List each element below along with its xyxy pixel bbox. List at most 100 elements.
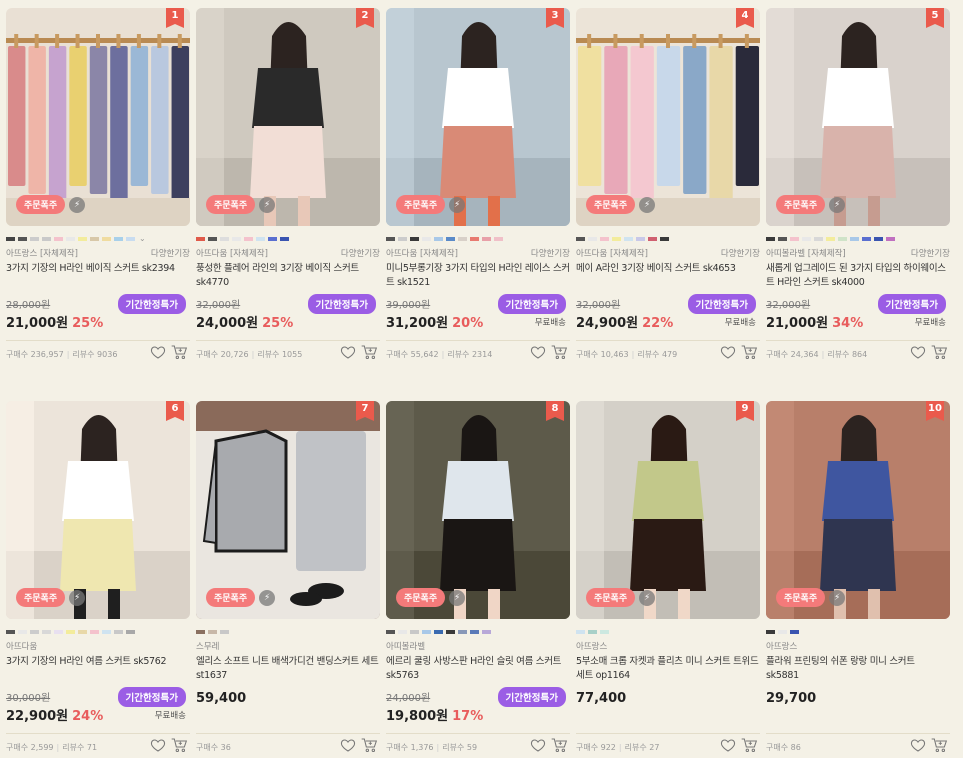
color-swatch (42, 236, 51, 241)
heart-icon[interactable] (340, 737, 356, 753)
original-price: 32,000원 (576, 300, 621, 311)
heart-icon[interactable] (910, 737, 926, 753)
product-image[interactable]: 9 주문폭주 ⚡ (576, 401, 760, 619)
color-swatch (648, 236, 657, 241)
cart-icon[interactable] (170, 344, 188, 360)
brand-name[interactable]: 아뜨랑스 (576, 640, 607, 652)
product-image[interactable]: 2 주문폭주 ⚡ (196, 8, 380, 226)
product-title[interactable]: 메이 A라인 3기장 베이직 스커트 sk4653 (576, 262, 760, 290)
heart-icon[interactable] (530, 737, 546, 753)
cart-icon[interactable] (740, 344, 758, 360)
color-swatch (66, 236, 75, 241)
purchase-stats: 구매수 24,364 | 리뷰수 864 (766, 350, 868, 359)
more-colors-icon[interactable]: ⌄ (139, 235, 146, 243)
color-swatch (886, 236, 895, 241)
sale-price: 22,900원 24% (6, 709, 104, 724)
product-title[interactable]: 3가지 기장의 H라인 여름 스커트 sk5762 (6, 655, 190, 683)
brand-name[interactable]: 아띠볼라벨 (386, 640, 425, 652)
brand-name[interactable]: 아뜨다움 [자체제작] (196, 247, 268, 259)
heart-icon[interactable] (720, 737, 736, 753)
heart-icon[interactable] (340, 344, 356, 360)
heart-icon[interactable] (150, 344, 166, 360)
brand-name[interactable]: 스무레 (196, 640, 219, 652)
free-shipping-label: 무료배송 (914, 318, 946, 328)
original-price: 30,000원 (6, 693, 51, 704)
original-price: 32,000원 (196, 300, 241, 311)
brand-name[interactable]: 아뜨다움 [자체제작] (576, 247, 648, 259)
color-swatch (802, 236, 811, 241)
product-title[interactable]: 미니5부롱기장 3가지 타입의 H라인 레이스 스커트 sk1521 (386, 262, 570, 290)
cart-icon[interactable] (930, 344, 948, 360)
color-swatch (494, 236, 503, 241)
sale-price: 21,000원 25% (6, 316, 104, 331)
color-swatch (446, 236, 455, 241)
length-tag: 다양한기장 (720, 249, 760, 259)
sale-price: 24,900원 22% (576, 316, 674, 331)
cart-icon[interactable] (360, 344, 378, 360)
product-title[interactable]: 풍성한 플레어 라인의 3기장 베이직 스커트 sk4770 (196, 262, 380, 290)
product-title[interactable]: 플라워 프린팅의 쉬폰 랑랑 미니 스커트 sk5881 (766, 655, 950, 683)
heart-icon[interactable] (150, 737, 166, 753)
product-card[interactable]: 5 주문폭주 ⚡ 아띠볼라벨 [자체제작] 다양한기장 새롭게 업그레이드 된 … (766, 8, 950, 364)
brand-name[interactable]: 아뜨랑스 [자체제작] (6, 247, 78, 259)
product-card[interactable]: 9 주문폭주 ⚡ 아뜨랑스 5부소매 크롭 자켓과 플리츠 미니 스커트 트위드… (576, 401, 760, 757)
product-title[interactable]: 엘리스 소프트 니트 배색가디건 밴딩스커트 세트 st1637 (196, 655, 380, 683)
card-footer: 구매수 10,463 | 리뷰수 479 (576, 340, 760, 364)
cart-icon[interactable] (930, 737, 948, 753)
product-title[interactable]: 5부소매 크롭 자켓과 플리츠 미니 스커트 트위드 세트 op1164 (576, 655, 760, 683)
color-swatch (102, 236, 111, 241)
heart-icon[interactable] (530, 344, 546, 360)
product-photo (386, 8, 570, 226)
color-swatch (422, 629, 431, 634)
product-image[interactable]: 5 주문폭주 ⚡ (766, 8, 950, 226)
color-swatch (446, 629, 455, 634)
lightning-icon: ⚡ (69, 589, 86, 606)
brand-name[interactable]: 아뜨랑스 (766, 640, 797, 652)
product-card[interactable]: 7 주문폭주 ⚡ 스무레 엘리스 소프트 니트 배색가디건 밴딩스커트 세트 s… (196, 401, 380, 757)
product-card[interactable]: 4 주문폭주 ⚡ 아뜨다움 [자체제작] 다양한기장 메이 A라인 3기장 베이… (576, 8, 760, 364)
color-swatch (482, 629, 491, 634)
product-image[interactable]: 1 주문폭주 ⚡ (6, 8, 190, 226)
color-swatch (766, 236, 775, 241)
product-image[interactable]: 8 주문폭주 ⚡ (386, 401, 570, 619)
color-swatch (410, 629, 419, 634)
heart-icon[interactable] (910, 344, 926, 360)
original-price: 39,000원 (386, 300, 431, 311)
product-card[interactable]: 8 주문폭주 ⚡ 아띠볼라벨 에르리 쿨링 사방스판 H라인 슬릿 여름 스커트… (386, 401, 570, 757)
cart-icon[interactable] (550, 737, 568, 753)
color-swatch (6, 629, 15, 634)
product-image[interactable]: 4 주문폭주 ⚡ (576, 8, 760, 226)
product-title[interactable]: 에르리 쿨링 사방스판 H라인 슬릿 여름 스커트 sk5763 (386, 655, 570, 683)
sale-price: 19,800원 17% (386, 709, 484, 724)
brand-name[interactable]: 아뜨다움 (6, 640, 37, 652)
product-title[interactable]: 새롭게 업그레이드 된 3가지 타입의 하이웨이스트 H라인 스커트 sk400… (766, 262, 950, 290)
color-swatch (410, 236, 419, 241)
product-card[interactable]: 2 주문폭주 ⚡ 아뜨다움 [자체제작] 다양한기장 풍성한 플레어 라인의 3… (196, 8, 380, 364)
cart-icon[interactable] (170, 737, 188, 753)
brand-name[interactable]: 아뜨다움 [자체제작] (386, 247, 458, 259)
length-tag: 다양한기장 (340, 249, 380, 259)
product-image[interactable]: 7 주문폭주 ⚡ (196, 401, 380, 619)
product-card[interactable]: 10 주문폭주 ⚡ 아뜨랑스 플라워 프린팅의 쉬폰 랑랑 미니 스커트 sk5… (766, 401, 950, 757)
lightning-icon: ⚡ (69, 196, 86, 213)
free-shipping-label: 무료배송 (724, 318, 756, 328)
product-image[interactable]: 10 주문폭주 ⚡ (766, 401, 950, 619)
brand-name[interactable]: 아띠볼라벨 [자체제작] (766, 247, 846, 259)
cart-icon[interactable] (740, 737, 758, 753)
product-image[interactable]: 3 주문폭주 ⚡ (386, 8, 570, 226)
limited-sale-badge: 기간한정특가 (877, 294, 946, 314)
product-photo (576, 401, 760, 619)
cart-icon[interactable] (550, 344, 568, 360)
color-swatch (102, 629, 111, 634)
product-title[interactable]: 3가지 기장의 H라인 베이직 스커트 sk2394 (6, 262, 190, 290)
sale-price: 59,400 (196, 691, 247, 706)
cart-icon[interactable] (360, 737, 378, 753)
product-card[interactable]: 3 주문폭주 ⚡ 아뜨다움 [자체제작] 다양한기장 미니5부롱기장 3가지 타… (386, 8, 570, 364)
product-card[interactable]: 6 주문폭주 ⚡ 아뜨다움 3가지 기장의 H라인 여름 스커트 sk5762 … (6, 401, 190, 757)
purchase-stats: 구매수 236,957 | 리뷰수 9036 (6, 350, 118, 359)
color-swatch (54, 629, 63, 634)
heart-icon[interactable] (720, 344, 736, 360)
product-image[interactable]: 6 주문폭주 ⚡ (6, 401, 190, 619)
product-card[interactable]: 1 주문폭주 ⚡ ⌄ 아뜨랑스 [자체제작] 다양한기장 3가지 기장의 H라인… (6, 8, 190, 364)
price-area: 32,000원 기간한정특가 21,000원 34% 무료배송 (766, 294, 950, 336)
